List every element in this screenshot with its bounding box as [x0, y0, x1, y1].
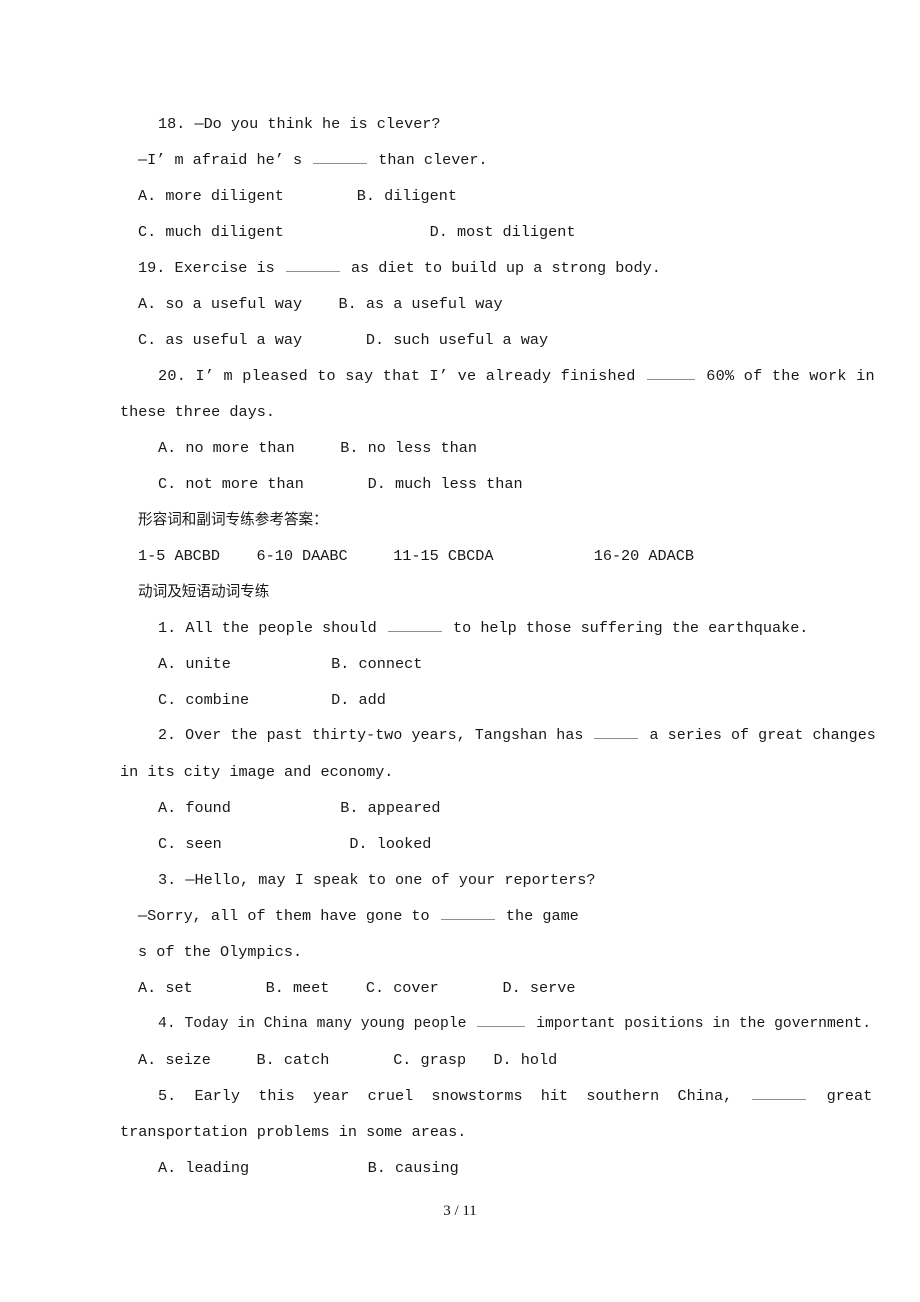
- question-20-stem-post: 60% of the work in: [696, 367, 875, 385]
- verb-question-3-stem-line3: s of the Olympics.: [138, 943, 303, 961]
- question-20-options-ab[interactable]: A. no more than B. no less than: [138, 430, 798, 466]
- verb-question-4-stem-pre: 4. Today in China many young people: [158, 1016, 476, 1032]
- verb-question-5-stem-pre: 5. Early this year cruel snowstorms hit …: [158, 1087, 751, 1105]
- question-19-options-cd[interactable]: C. as useful a way D. such useful a way: [138, 322, 798, 358]
- verb-question-4-options[interactable]: A. seize B. catch C. grasp D. hold: [138, 1042, 798, 1078]
- question-20-stem-line1: 20. I’ m pleased to say that I’ ve alrea…: [138, 358, 875, 394]
- verb-question-3-options[interactable]: A. set B. meet C. cover D. serve: [138, 970, 798, 1006]
- question-18-stem-line1: 18. —Do you think he is clever?: [158, 115, 441, 133]
- verb-question-3-stem-post: the game: [496, 907, 579, 925]
- verb-question-2-options-ab[interactable]: A. found B. appeared: [138, 790, 798, 826]
- verb-question-3-stem-line2: —Sorry, all of them have gone to the gam…: [138, 898, 798, 934]
- question-18-stem-line2: —I’ m afraid he’ s than clever.: [138, 142, 798, 178]
- verb-question-1-options-cd[interactable]: C. combine D. add: [138, 682, 798, 718]
- answer-key-heading: 形容词和副词专练参考答案：: [138, 511, 328, 528]
- document-page: 18. —Do you think he is clever? —I’ m af…: [0, 0, 920, 1302]
- question-20-options-cd[interactable]: C. not more than D. much less than: [138, 466, 798, 502]
- question-20-stem-pre: 20. I’ m pleased to say that I’ ve alrea…: [158, 367, 645, 385]
- question-18-options-ab[interactable]: A. more diligent B. diligent: [138, 178, 798, 214]
- verb-question-5-stem-line2: transportation problems in some areas.: [120, 1123, 467, 1141]
- question-18-options-cd[interactable]: C. much diligent D. most diligent: [138, 214, 798, 250]
- page-number: 3 / 11: [443, 1203, 477, 1219]
- question-19-stem-pre: 19. Exercise is: [138, 259, 284, 277]
- question-20-stem-line2: these three days.: [120, 403, 275, 421]
- verb-question-2-stem-pre: 2. Over the past thirty-two years, Tangs…: [158, 727, 593, 744]
- verb-question-1-options-ab[interactable]: A. unite B. connect: [138, 646, 798, 682]
- verb-question-5-stem-post: great: [808, 1087, 873, 1105]
- question-19-stem-post: as diet to build up a strong body.: [341, 259, 661, 277]
- verb-question-4-stem-post: important positions in the government.: [527, 1016, 872, 1032]
- verb-question-5-stem-line1: 5. Early this year cruel snowstorms hit …: [138, 1078, 872, 1114]
- verb-question-2-options-cd[interactable]: C. seen D. looked: [138, 826, 798, 862]
- verb-question-1-stem-post: to help those suffering the earthquake.: [443, 619, 809, 637]
- verb-question-3-stem-pre: —Sorry, all of them have gone to: [138, 907, 439, 925]
- section-heading-verbs: 动词及短语动词专练: [138, 583, 270, 600]
- question-19-options-ab[interactable]: A. so a useful way B. as a useful way: [138, 286, 798, 322]
- fill-in-blank[interactable]: [387, 617, 442, 632]
- verb-question-2-stem-line2: in its city image and economy.: [120, 763, 394, 781]
- fill-in-blank[interactable]: [752, 1085, 807, 1100]
- verb-question-1-stem: 1. All the people should to help those s…: [138, 610, 808, 646]
- question-18-stem-line2-post: than clever.: [369, 151, 488, 169]
- verb-question-2-stem-post: a series of great changes: [640, 727, 876, 744]
- fill-in-blank[interactable]: [440, 905, 495, 920]
- question-19-stem: 19. Exercise is as diet to build up a st…: [138, 250, 798, 286]
- verb-question-2-stem-line1: 2. Over the past thirty-two years, Tangs…: [138, 718, 876, 754]
- page-content: 18. —Do you think he is clever? —I’ m af…: [120, 106, 876, 1186]
- verb-question-1-stem-pre: 1. All the people should: [158, 619, 386, 637]
- question-18-stem-line2-pre: —I’ m afraid he’ s: [138, 151, 312, 169]
- verb-question-4-stem: 4. Today in China many young people impo…: [138, 1006, 871, 1042]
- answer-key-line: 1-5 ABCBD 6-10 DAABC 11-15 CBCDA 16-20 A…: [138, 547, 694, 565]
- fill-in-blank[interactable]: [285, 257, 340, 272]
- verb-question-3-stem-line1: 3. —Hello, may I speak to one of your re…: [158, 871, 596, 889]
- fill-in-blank[interactable]: [313, 149, 368, 164]
- verb-question-5-options-ab[interactable]: A. leading B. causing: [138, 1150, 798, 1186]
- fill-in-blank[interactable]: [646, 365, 695, 380]
- fill-in-blank[interactable]: [594, 724, 639, 739]
- fill-in-blank[interactable]: [477, 1012, 526, 1027]
